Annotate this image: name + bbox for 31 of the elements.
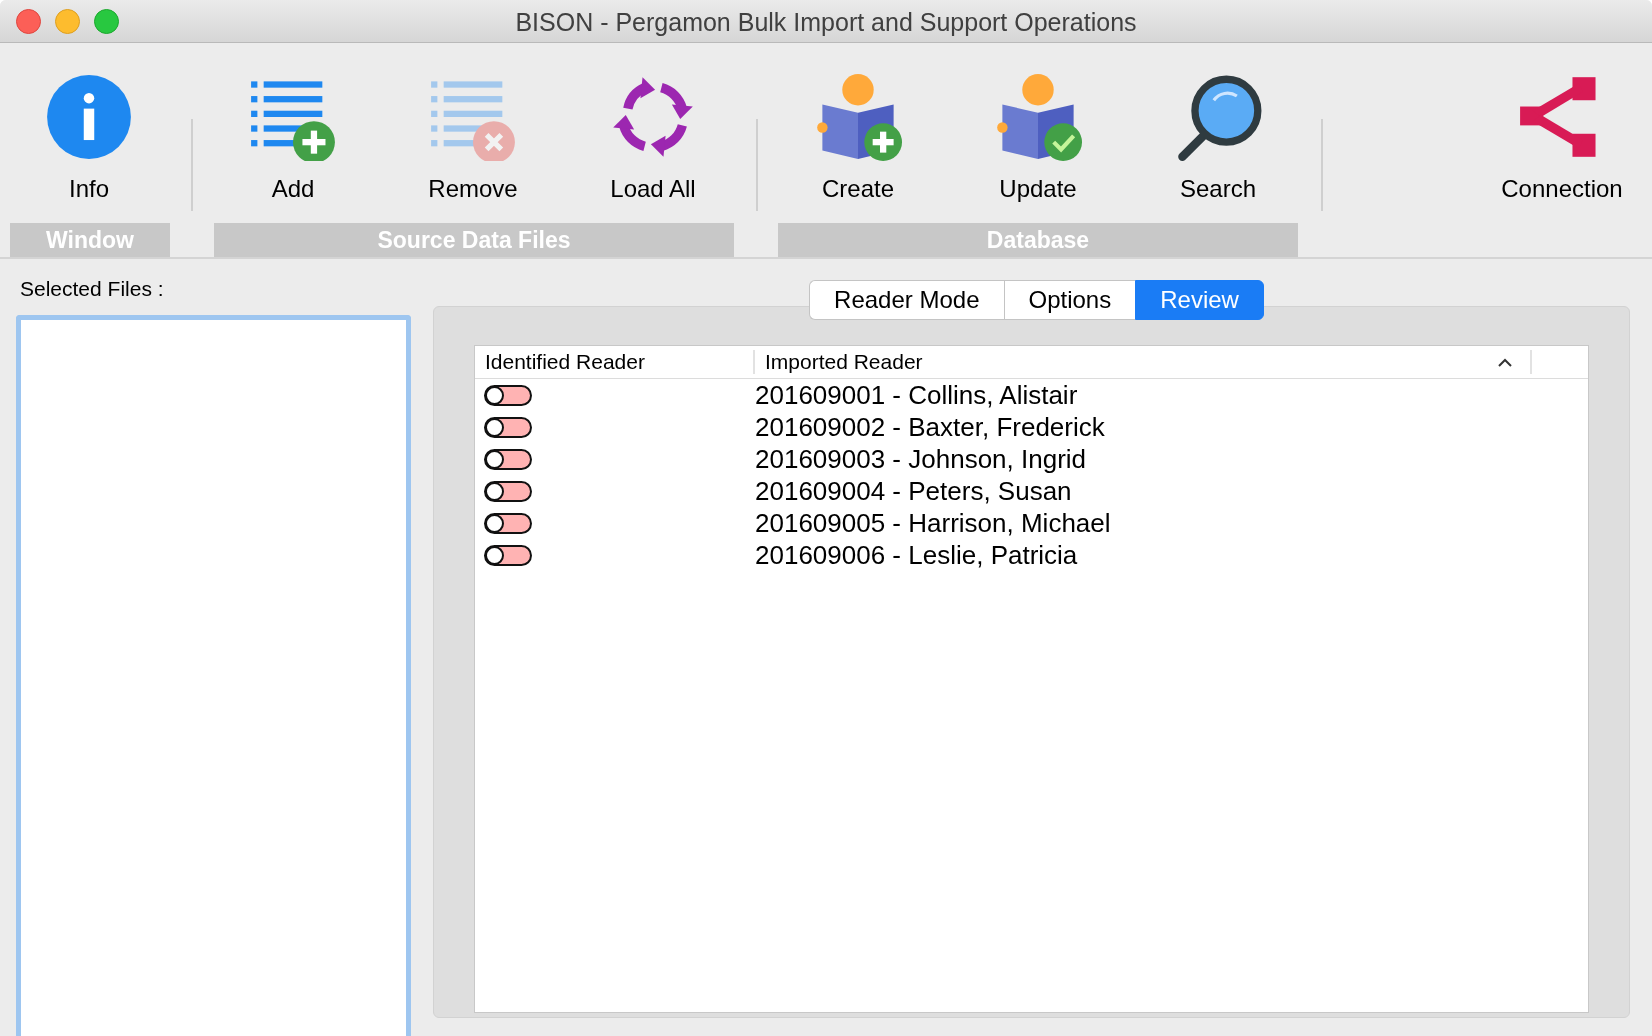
toggle-switch[interactable] — [484, 544, 532, 566]
toolbar-button[interactable]: Load All — [563, 73, 743, 203]
toolbar-button[interactable]: Add — [203, 73, 383, 203]
table-cell: 201609004 - Peters, Susan — [755, 475, 1072, 507]
toolbar-button[interactable]: Update — [948, 73, 1128, 203]
reader-check-icon — [994, 73, 1082, 161]
toggle-switch[interactable] — [484, 384, 532, 406]
tab[interactable]: Options — [1003, 280, 1136, 320]
column-header[interactable]: Identified Reader — [475, 350, 755, 374]
toggle-switch[interactable] — [484, 512, 532, 534]
toolbar-button[interactable]: Search — [1128, 73, 1308, 203]
window-title: BISON - Pergamon Bulk Import and Support Operations — [515, 8, 1137, 37]
toolbar-button[interactable]: Info — [0, 73, 178, 203]
table-cell: 201609005 - Harrison, Michael — [755, 507, 1111, 539]
toolbar-button[interactable]: Connection — [1472, 73, 1652, 203]
toolbar-button[interactable]: Create — [768, 73, 948, 203]
selected-files-label: Selected Files : — [20, 277, 164, 302]
reader-add-icon — [814, 73, 902, 161]
toggle-switch[interactable] — [484, 480, 532, 502]
tab[interactable]: Review — [1135, 280, 1264, 320]
table-cell: 201609006 - Leslie, Patricia — [755, 539, 1078, 571]
column-header[interactable]: Imported Reader — [755, 350, 1498, 374]
table-cell: 201609001 - Collins, Alistair — [755, 379, 1078, 411]
table-cell: 201609003 - Johnson, Ingrid — [755, 443, 1087, 475]
tab[interactable]: Reader Mode — [809, 280, 1004, 320]
toggle-switch[interactable] — [484, 416, 532, 438]
close-button[interactable] — [16, 8, 41, 34]
table-cell: 201609002 - Baxter, Frederick — [755, 411, 1105, 443]
toggle-switch[interactable] — [484, 448, 532, 470]
info-icon — [45, 73, 133, 161]
sort-caret-icon[interactable] — [1498, 357, 1512, 367]
